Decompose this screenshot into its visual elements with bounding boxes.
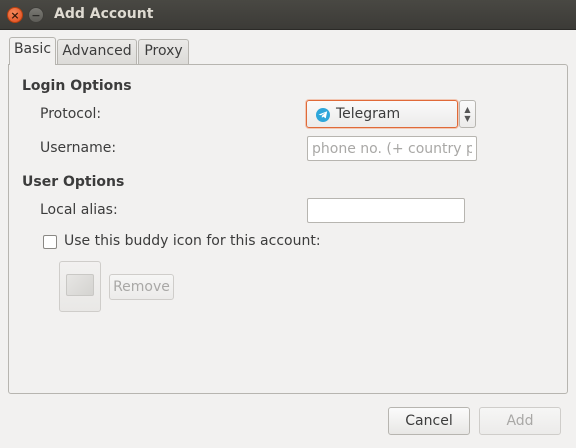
remove-button[interactable]: Remove: [109, 274, 174, 300]
protocol-value: Telegram: [336, 106, 401, 122]
window-title: Add Account: [54, 6, 154, 22]
close-icon[interactable]: ×: [7, 7, 23, 23]
local-alias-field[interactable]: [307, 198, 465, 223]
minimize-icon[interactable]: −: [28, 7, 44, 23]
username-field[interactable]: [307, 136, 477, 161]
tab-basic[interactable]: Basic: [9, 37, 56, 65]
cancel-button[interactable]: Cancel: [388, 407, 470, 435]
title-bar: × − Add Account: [0, 0, 576, 30]
local-alias-label: Local alias:: [40, 202, 118, 218]
username-label: Username:: [40, 140, 117, 156]
telegram-icon: [316, 108, 330, 122]
protocol-spin-arrows[interactable]: ▲ ▼: [459, 100, 476, 128]
protocol-combobox[interactable]: Telegram: [306, 100, 458, 128]
buddy-icon-button[interactable]: [59, 261, 101, 312]
buddy-icon-checkbox[interactable]: [43, 235, 57, 249]
user-options-heading: User Options: [22, 174, 125, 190]
login-options-heading: Login Options: [22, 78, 132, 94]
protocol-label: Protocol:: [40, 106, 102, 122]
tab-advanced[interactable]: Advanced: [57, 39, 137, 64]
buddy-icon-checkbox-label[interactable]: Use this buddy icon for this account:: [64, 233, 321, 249]
buddy-image-icon: [66, 274, 94, 296]
add-button[interactable]: Add: [479, 407, 561, 435]
tab-proxy[interactable]: Proxy: [138, 39, 189, 64]
